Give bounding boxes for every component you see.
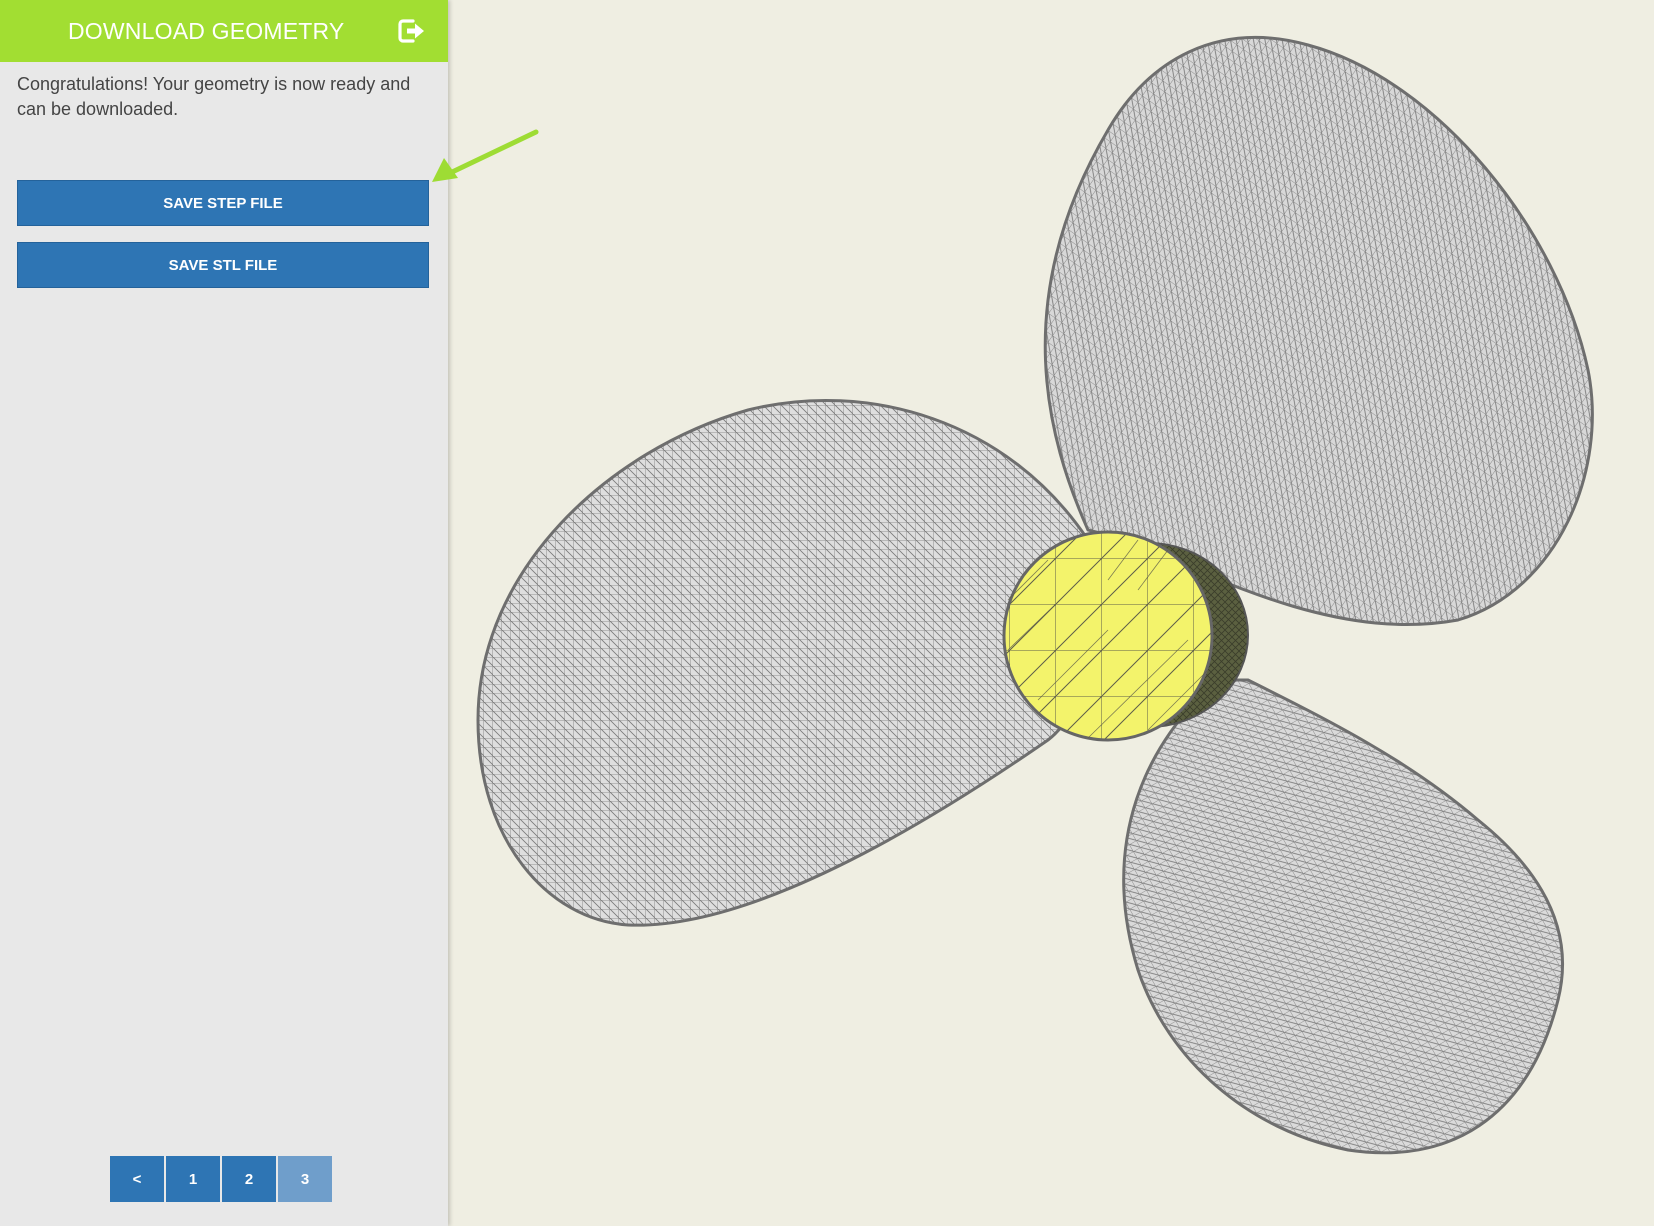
- page-3-button[interactable]: 3: [278, 1156, 332, 1202]
- save-stl-file-button[interactable]: SAVE STL FILE: [17, 242, 429, 288]
- annotation-arrow-icon: [432, 129, 539, 182]
- save-step-file-button[interactable]: SAVE STEP FILE: [17, 180, 429, 226]
- exit-icon[interactable]: [396, 16, 426, 46]
- blade-left: [476, 399, 1098, 927]
- page-2-button[interactable]: 2: [222, 1156, 276, 1202]
- propeller-mesh: [476, 36, 1594, 1155]
- pagination: < 1 2 3: [110, 1156, 332, 1202]
- page-prev-button[interactable]: <: [110, 1156, 164, 1202]
- ready-message: Congratulations! Your geometry is now re…: [17, 74, 411, 119]
- sidebar-title: DOWNLOAD GEOMETRY: [68, 17, 345, 44]
- page-1-button[interactable]: 1: [166, 1156, 220, 1202]
- 3d-viewport[interactable]: [448, 0, 1654, 1226]
- sidebar-panel: DOWNLOAD GEOMETRY Congratulations! Your …: [0, 0, 448, 1226]
- sidebar-header: DOWNLOAD GEOMETRY: [0, 0, 448, 62]
- hub-face: [1002, 530, 1214, 742]
- blade-lower: [1122, 678, 1564, 1155]
